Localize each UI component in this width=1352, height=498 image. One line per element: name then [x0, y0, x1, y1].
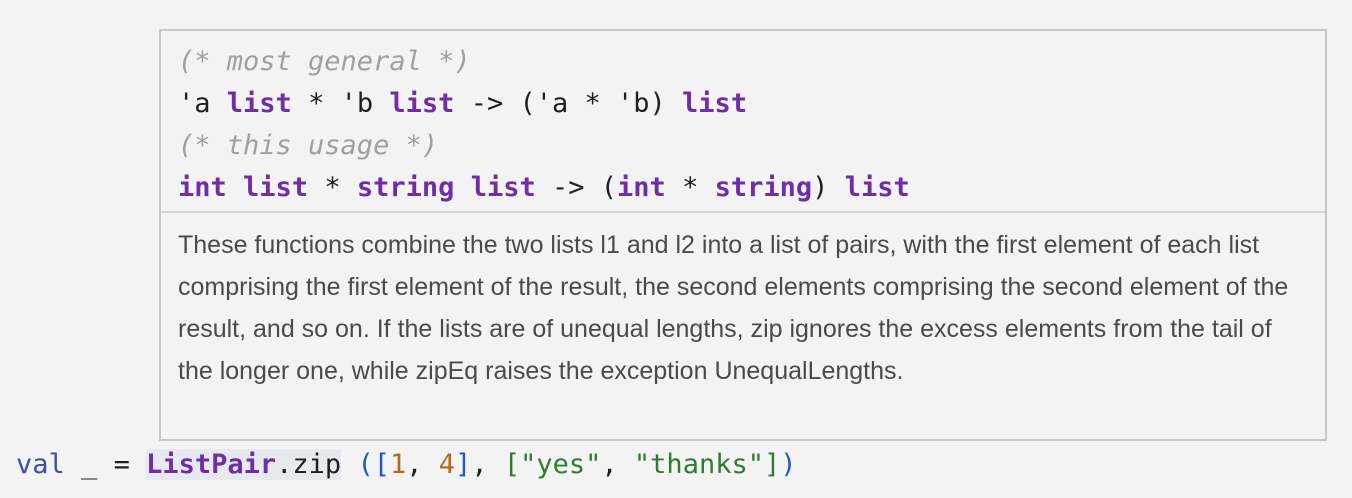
string-yes: "yes"	[520, 449, 602, 480]
type-list: list	[844, 172, 910, 203]
equals-sign: =	[113, 449, 130, 480]
string-thanks: "thanks"	[633, 449, 764, 480]
number-4: 4	[438, 449, 456, 480]
keyword-val: val	[16, 449, 65, 480]
paren-open: (	[600, 172, 618, 203]
wildcard-pattern: _	[81, 449, 98, 480]
signature-usage: int list * string list -> (int * string)…	[178, 167, 1308, 209]
type-string: string	[356, 172, 455, 203]
type-arrow: ->	[551, 172, 585, 203]
function-zip[interactable]: .zip	[276, 449, 342, 480]
type-signature: (* most general *) 'a list * 'b list -> …	[161, 31, 1325, 213]
comment-this-usage: (* this usage *)	[178, 130, 439, 161]
type-arrow: ->	[470, 88, 504, 119]
type-list: list	[243, 172, 309, 203]
comma: ,	[471, 449, 488, 480]
paren-close: )	[780, 449, 797, 480]
code-line[interactable]: val _ = ListPair.zip ([1, 4], ["yes", "t…	[16, 443, 797, 487]
signature-general: 'a list * 'b list -> ('a * 'b) list	[178, 83, 1308, 125]
type-star: *	[308, 88, 325, 119]
number-1: 1	[389, 449, 407, 480]
list-open: [	[503, 449, 521, 480]
type-int: int	[178, 172, 227, 203]
type-star: *	[682, 172, 699, 203]
type-int: int	[617, 172, 666, 203]
type-string: string	[714, 172, 813, 203]
type-list: list	[389, 88, 455, 119]
type-var-a: 'a	[178, 88, 211, 119]
module-listpair[interactable]: ListPair	[146, 449, 277, 480]
list-open: [	[373, 449, 390, 480]
type-star: *	[324, 172, 341, 203]
comma: ,	[406, 449, 423, 480]
list-close: ]	[763, 449, 781, 480]
doc-text: These functions combine the two lists l1…	[178, 231, 1289, 385]
type-list: list	[682, 88, 748, 119]
type-tuple: ('a * 'b)	[519, 88, 666, 119]
comma: ,	[601, 449, 618, 480]
type-list: list	[226, 88, 292, 119]
paren-open: (	[357, 449, 374, 480]
hover-tooltip: (* most general *) 'a list * 'b list -> …	[159, 29, 1327, 441]
list-close: ]	[455, 449, 472, 480]
type-var-b: 'b	[340, 88, 374, 119]
comment-most-general: (* most general *)	[178, 46, 471, 77]
documentation: These functions combine the two lists l1…	[161, 213, 1325, 392]
type-list: list	[470, 172, 536, 203]
paren-close: )	[812, 172, 829, 203]
